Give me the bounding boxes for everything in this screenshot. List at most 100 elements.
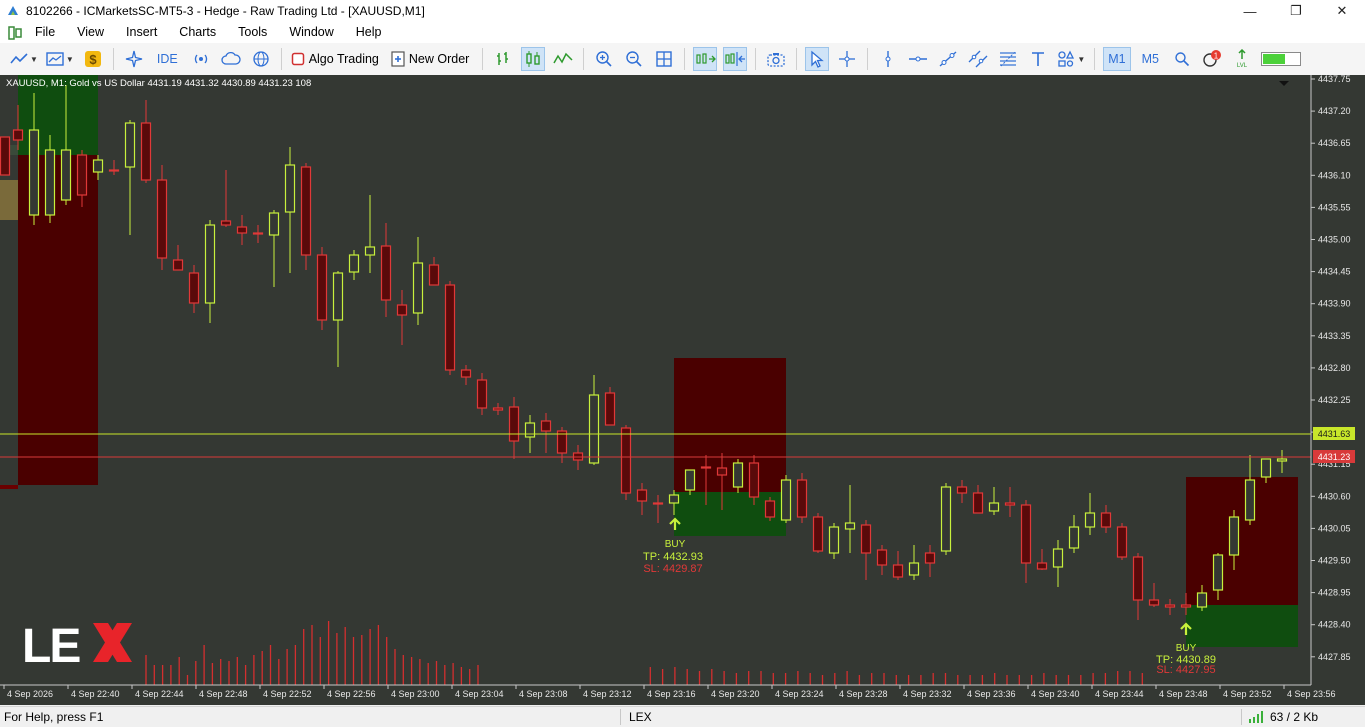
bars-icon: [497, 52, 509, 65]
bull-candle: [988, 487, 1000, 515]
menu-file[interactable]: File: [24, 22, 66, 43]
status-help: For Help, press F1: [4, 710, 104, 724]
menu-view[interactable]: View: [66, 22, 115, 43]
bear-candle: [652, 495, 664, 523]
candle-body: [12, 129, 24, 141]
bear-candle: [796, 473, 808, 523]
bear-candle: [556, 427, 568, 463]
menu-window[interactable]: Window: [278, 22, 344, 43]
screenshot-button[interactable]: [764, 47, 788, 71]
horizontal-line-button[interactable]: [906, 47, 930, 71]
timeframe-m5-button[interactable]: M5: [1137, 47, 1164, 71]
market-watch-button[interactable]: LVL: [1230, 47, 1254, 71]
search-button[interactable]: [1170, 47, 1194, 71]
zoom-out-button[interactable]: [622, 47, 646, 71]
algo-trading-label: Algo Trading: [308, 52, 379, 66]
chart-canvas[interactable]: XAUUSD, M1: Gold vs US Dollar 4431.19 44…: [0, 75, 1365, 705]
candle-body: [684, 469, 696, 491]
candle-body: [780, 479, 792, 521]
candle-body: [172, 259, 184, 271]
bear-candle: [188, 265, 200, 313]
broadcast-icon: [194, 54, 207, 64]
algo-wizard-button[interactable]: [122, 47, 146, 71]
chart-area[interactable]: XAUUSD, M1: Gold vs US Dollar 4431.19 44…: [0, 75, 1365, 705]
menu-tools[interactable]: Tools: [227, 22, 278, 43]
notifications-button[interactable]: 1: [1200, 47, 1224, 71]
bear-candle: [476, 373, 488, 415]
signals-button[interactable]: [189, 47, 213, 71]
candle-body: [860, 524, 872, 554]
bear-candle: [1036, 549, 1048, 570]
cursor-button[interactable]: [805, 47, 830, 71]
vertical-line-button[interactable]: [876, 47, 900, 71]
algo-trading-button[interactable]: Algo Trading: [290, 47, 384, 71]
autoscroll-button[interactable]: [693, 47, 718, 71]
market-button[interactable]: $: [81, 47, 105, 71]
time-tick-label: 4 Sep 22:40: [71, 689, 120, 699]
channel-button[interactable]: [966, 47, 990, 71]
candle-body: [284, 164, 296, 213]
tile-windows-button[interactable]: [652, 47, 676, 71]
candlestick-button[interactable]: [521, 47, 546, 71]
status-profile: LEX: [629, 710, 652, 724]
price-tick-label: 4435.00: [1318, 235, 1351, 245]
horizontal-line-icon: [909, 56, 928, 62]
menu-grid-icon[interactable]: [8, 25, 22, 40]
bull-candle: [348, 250, 360, 280]
crosshair-button[interactable]: [835, 47, 859, 71]
vps-button[interactable]: [219, 47, 243, 71]
bear-candle: [956, 480, 968, 503]
bear-candle: [748, 455, 760, 505]
candles: [0, 85, 1288, 620]
time-tick-label: 4 Sep 23:52: [1223, 689, 1272, 699]
channel-icon: [968, 50, 988, 68]
candle-body: [396, 304, 408, 316]
bear-candle: [460, 365, 472, 385]
trendline-button[interactable]: [936, 47, 960, 71]
candle-body: [124, 122, 136, 168]
line-chart-button[interactable]: [551, 47, 575, 71]
candle-body: [540, 420, 552, 432]
cursor-icon: [811, 50, 825, 68]
profiles-button[interactable]: ▼: [45, 47, 75, 71]
crosshair-icon: [839, 51, 856, 67]
bull-candle: [204, 220, 216, 323]
bear-candle: [252, 225, 264, 243]
fibonacci-button[interactable]: [996, 47, 1020, 71]
candle-body: [1276, 458, 1288, 462]
bull-candle: [364, 195, 376, 273]
trade-2-sl: SL: 4427.95: [1156, 664, 1215, 676]
candle-body: [1068, 526, 1080, 549]
price-tick-label: 4432.25: [1318, 395, 1351, 405]
candle-body: [828, 526, 840, 554]
candle-body: [332, 272, 344, 321]
menu-help[interactable]: Help: [345, 22, 393, 43]
shapes-button[interactable]: ▼: [1056, 47, 1086, 71]
new-chart-button[interactable]: ▼: [9, 47, 39, 71]
zoom-in-button[interactable]: [592, 47, 616, 71]
time-tick-label: 4 Sep 23:20: [711, 689, 760, 699]
maximize-button[interactable]: ❐: [1273, 0, 1319, 22]
menu-insert[interactable]: Insert: [115, 22, 168, 43]
minimize-button[interactable]: —: [1227, 0, 1273, 22]
candle-body: [1084, 512, 1096, 528]
bear-candle: [492, 403, 504, 415]
bar-chart-button[interactable]: [491, 47, 515, 71]
community-button[interactable]: [249, 47, 273, 71]
menu-charts[interactable]: Charts: [168, 22, 227, 43]
chart-shift-button[interactable]: [723, 47, 748, 71]
collapse-arrow-icon[interactable]: [1279, 81, 1289, 86]
text-button[interactable]: [1026, 47, 1050, 71]
timeframe-m1-button[interactable]: M1: [1103, 47, 1131, 71]
bear-candle: [444, 281, 456, 375]
chat-icon: 1: [1203, 50, 1221, 67]
new-order-button[interactable]: New Order: [390, 47, 474, 71]
time-tick-label: 4 Sep 23:28: [839, 689, 888, 699]
candle-body: [1116, 526, 1128, 558]
bear-candle: [0, 136, 11, 176]
candle-body: [236, 226, 248, 234]
close-button[interactable]: ✕: [1319, 0, 1365, 22]
ide-button[interactable]: IDE: [152, 47, 183, 71]
connection-indicator: [1260, 47, 1302, 71]
candle-body: [1148, 599, 1160, 606]
